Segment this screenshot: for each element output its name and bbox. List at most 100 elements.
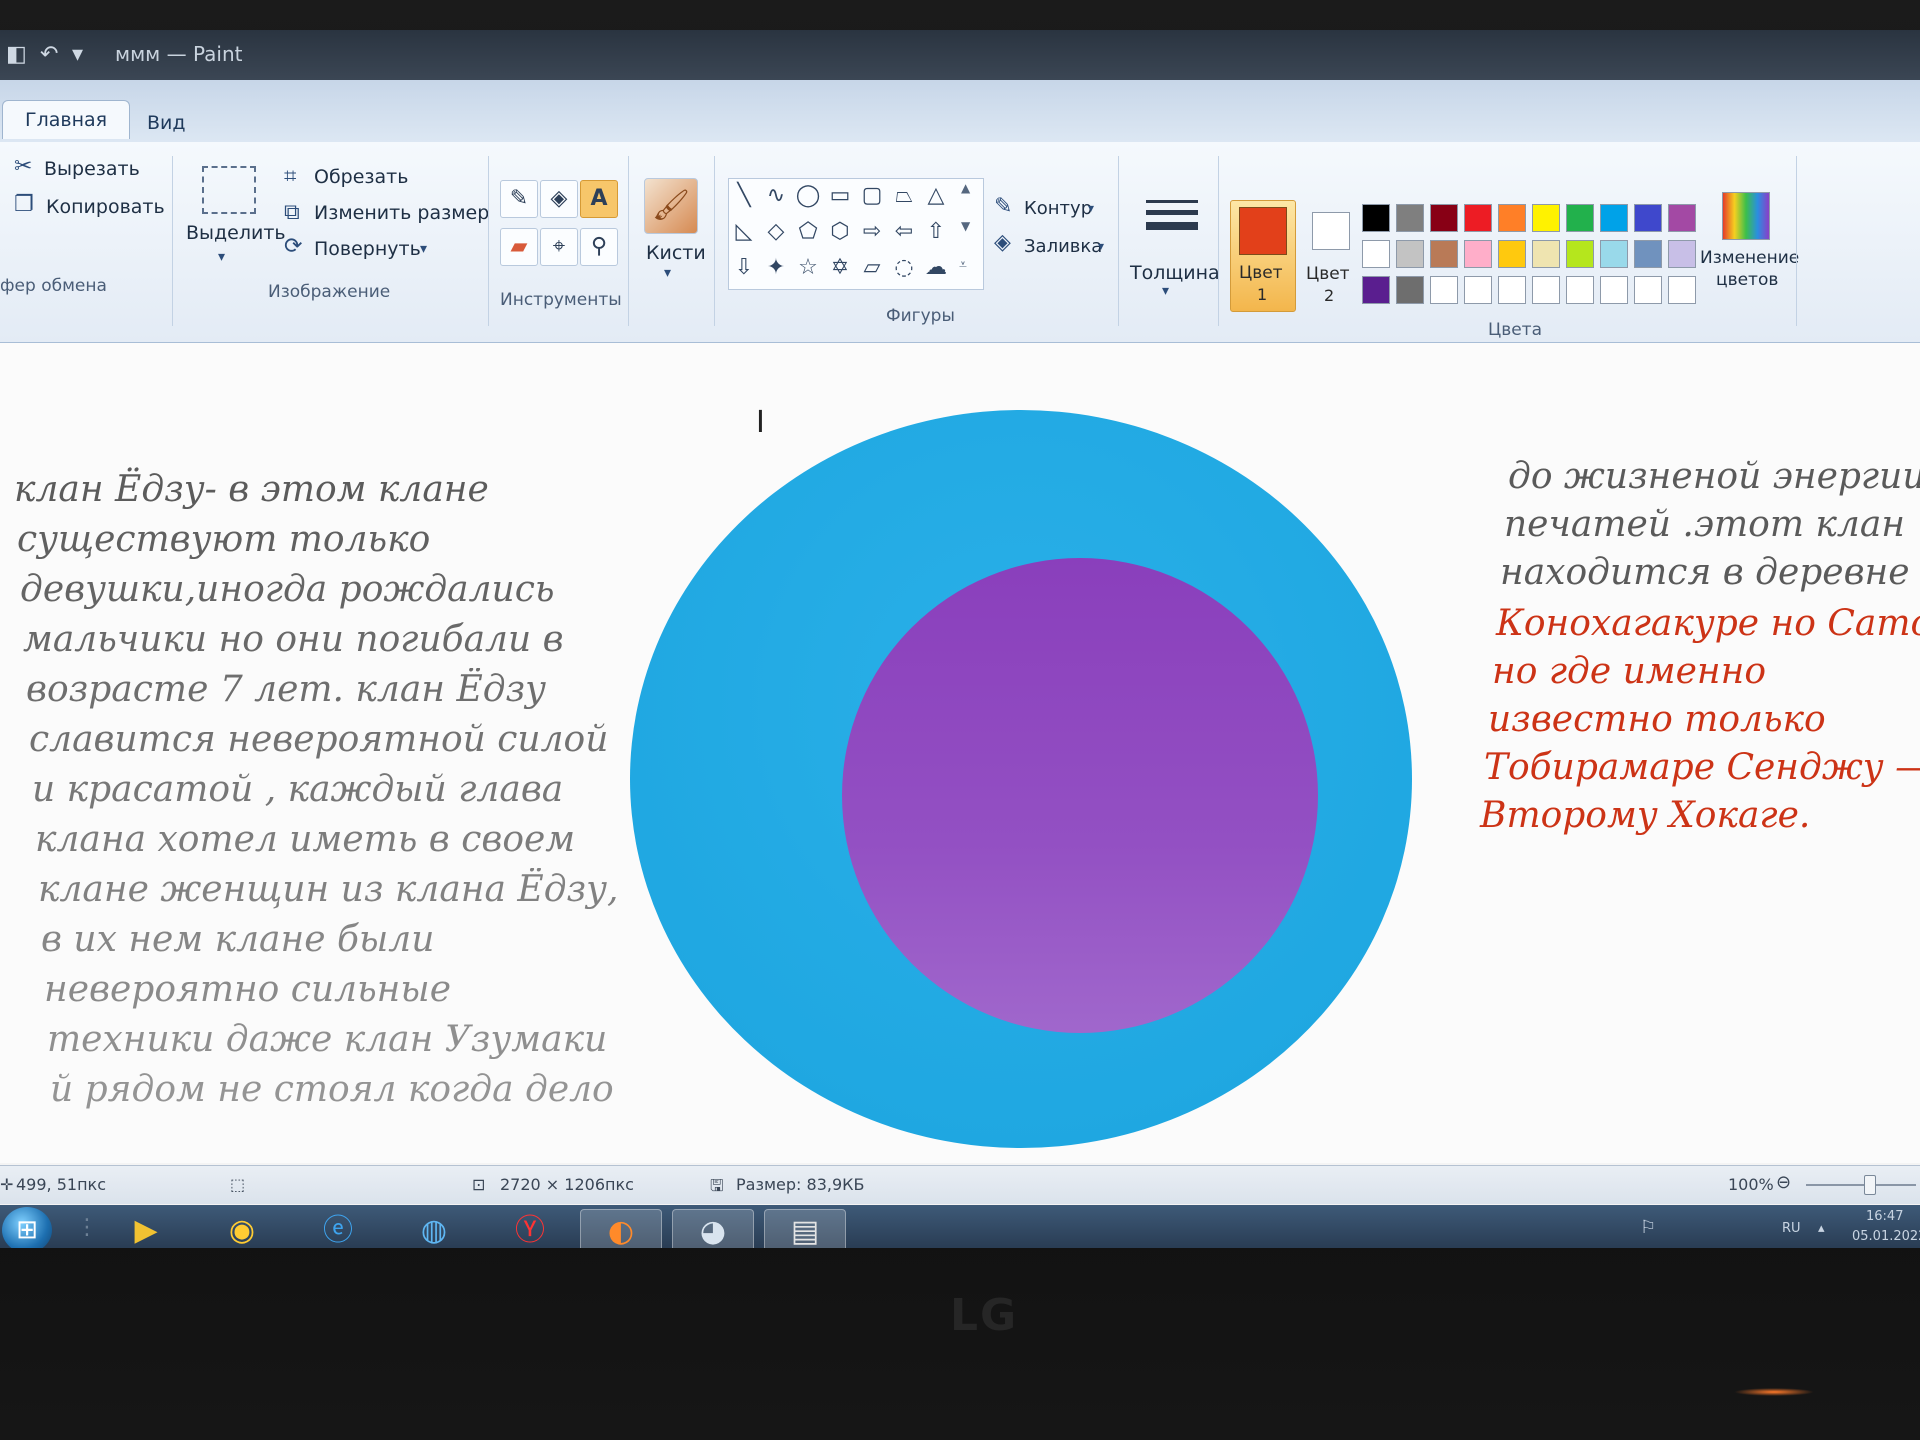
left-arrow-shape-icon[interactable]: ⇦: [889, 217, 919, 247]
firefox-icon[interactable]: ◐: [580, 1209, 662, 1248]
palette-swatch[interactable]: [1566, 240, 1594, 268]
palette-swatch[interactable]: [1634, 204, 1662, 232]
cloud-callout-shape-icon[interactable]: ☁: [921, 253, 951, 283]
gallery-scroll-up-icon[interactable]: ▲: [961, 181, 970, 195]
crop-button[interactable]: Обрезать: [314, 166, 408, 188]
palette-swatch[interactable]: [1362, 240, 1390, 268]
gallery-expand-icon[interactable]: ⩡: [959, 257, 967, 273]
undo-icon[interactable]: ↶: [40, 42, 58, 67]
eraser-icon[interactable]: ▰: [500, 228, 538, 266]
zoom-slider-thumb[interactable]: [1864, 1175, 1876, 1195]
right-triangle-shape-icon[interactable]: ◺: [729, 217, 759, 247]
color2-button[interactable]: Цвет 2: [1300, 206, 1358, 306]
fill-bucket-icon[interactable]: ◈: [540, 180, 578, 218]
select-button[interactable]: Выделить: [186, 222, 286, 244]
five-point-star-shape-icon[interactable]: ☆: [793, 253, 823, 283]
start-button[interactable]: ⊞: [2, 1207, 52, 1248]
rounded-rectangle-shape-icon[interactable]: ▢: [857, 181, 887, 211]
palette-swatch[interactable]: [1600, 276, 1628, 304]
palette-swatch[interactable]: [1600, 204, 1628, 232]
right-arrow-shape-icon[interactable]: ⇨: [857, 217, 887, 247]
palette-swatch[interactable]: [1532, 204, 1560, 232]
palette-swatch[interactable]: [1498, 204, 1526, 232]
fill-dropdown-icon[interactable]: ▾: [1098, 240, 1104, 252]
palette-swatch[interactable]: [1464, 204, 1492, 232]
tray-language[interactable]: RU: [1782, 1221, 1801, 1236]
curve-shape-icon[interactable]: ∿: [761, 181, 791, 211]
palette-swatch[interactable]: [1362, 276, 1390, 304]
edit-colors-label-line1[interactable]: Изменение: [1700, 248, 1799, 268]
palette-swatch[interactable]: [1532, 240, 1560, 268]
tray-expand-icon[interactable]: ▴: [1818, 1221, 1825, 1236]
palette-swatch[interactable]: [1464, 240, 1492, 268]
palette-swatch[interactable]: [1668, 204, 1696, 232]
globe-browser-icon[interactable]: ◍: [394, 1209, 474, 1248]
zoom-slider[interactable]: [1806, 1175, 1916, 1195]
rotate-dropdown-icon[interactable]: ▾: [420, 242, 427, 256]
1c-app-icon[interactable]: ◉: [202, 1209, 282, 1248]
fill-button[interactable]: Заливка: [1024, 236, 1102, 257]
brushes-button[interactable]: Кисти: [646, 242, 706, 264]
palette-swatch[interactable]: [1668, 240, 1696, 268]
file-explorer-icon[interactable]: ▤: [764, 1209, 846, 1248]
palette-swatch[interactable]: [1430, 240, 1458, 268]
color-picker-icon[interactable]: ⌖: [540, 228, 578, 266]
triangle-shape-icon[interactable]: △: [921, 181, 951, 211]
resize-button[interactable]: Изменить размер: [314, 202, 489, 224]
clock-time[interactable]: 16:47: [1866, 1209, 1903, 1224]
tab-view[interactable]: Вид: [125, 104, 208, 142]
rect-callout-shape-icon[interactable]: ▱: [857, 253, 887, 283]
tab-home[interactable]: Главная: [2, 100, 131, 139]
drawing-canvas[interactable]: клан Ёдзу- в этом клане существуют только…: [0, 343, 1920, 1163]
internet-explorer-icon[interactable]: ⓔ: [298, 1209, 378, 1248]
rotate-button[interactable]: Повернуть: [314, 238, 421, 260]
thickness-dropdown-icon[interactable]: ▾: [1162, 284, 1169, 298]
palette-swatch[interactable]: [1600, 240, 1628, 268]
pencil-tool-icon[interactable]: ✎: [500, 180, 538, 218]
palette-swatch[interactable]: [1566, 204, 1594, 232]
palette-swatch[interactable]: [1430, 276, 1458, 304]
paint-taskbar-icon[interactable]: ◕: [672, 1209, 754, 1248]
palette-swatch[interactable]: [1396, 204, 1424, 232]
clock-date[interactable]: 05.01.2022: [1852, 1229, 1920, 1244]
polygon-shape-icon[interactable]: ⏢: [889, 181, 919, 211]
outline-button[interactable]: Контур: [1024, 198, 1092, 219]
pentagon-shape-icon[interactable]: ⬠: [793, 217, 823, 247]
palette-swatch[interactable]: [1498, 276, 1526, 304]
brushes-dropdown-icon[interactable]: ▾: [664, 266, 671, 280]
paint-app-icon[interactable]: ◧: [6, 42, 27, 67]
palette-swatch[interactable]: [1668, 276, 1696, 304]
cut-button[interactable]: Вырезать: [44, 158, 140, 180]
palette-swatch[interactable]: [1498, 240, 1526, 268]
line-shape-icon[interactable]: ╲: [729, 181, 759, 211]
palette-swatch[interactable]: [1430, 204, 1458, 232]
gallery-scroll-down-icon[interactable]: ▼: [961, 219, 970, 233]
yandex-browser-icon[interactable]: Ⓨ: [490, 1209, 570, 1248]
palette-swatch[interactable]: [1634, 276, 1662, 304]
zoom-out-icon[interactable]: ⊖: [1776, 1172, 1791, 1193]
down-arrow-shape-icon[interactable]: ⇩: [729, 253, 759, 283]
oval-callout-shape-icon[interactable]: ◌: [889, 253, 919, 283]
palette-swatch[interactable]: [1396, 240, 1424, 268]
quick-access-dropdown-icon[interactable]: ▾: [72, 42, 83, 67]
tray-network-icon[interactable]: ⚐: [1640, 1217, 1656, 1238]
text-tool-icon[interactable]: A: [580, 180, 618, 218]
hexagon-shape-icon[interactable]: ⬡: [825, 217, 855, 247]
brush-icon[interactable]: 🖌: [644, 178, 698, 234]
rectangle-shape-icon[interactable]: ▭: [825, 181, 855, 211]
edit-colors-icon[interactable]: [1722, 192, 1770, 240]
copy-button[interactable]: Копировать: [46, 196, 165, 218]
palette-swatch[interactable]: [1362, 204, 1390, 232]
six-point-star-shape-icon[interactable]: ✡: [825, 253, 855, 283]
edit-colors-label-line2[interactable]: цветов: [1716, 270, 1778, 290]
palette-swatch[interactable]: [1634, 240, 1662, 268]
up-arrow-shape-icon[interactable]: ⇧: [921, 217, 951, 247]
media-player-icon[interactable]: ▶: [106, 1209, 186, 1248]
palette-swatch[interactable]: [1396, 276, 1424, 304]
thickness-button[interactable]: Толщина: [1130, 262, 1220, 284]
select-dropdown-icon[interactable]: ▾: [218, 250, 225, 264]
outline-dropdown-icon[interactable]: ▾: [1088, 202, 1094, 214]
magnifier-icon[interactable]: ⚲: [580, 228, 618, 266]
palette-swatch[interactable]: [1566, 276, 1594, 304]
color1-button[interactable]: Цвет 1: [1230, 200, 1296, 312]
